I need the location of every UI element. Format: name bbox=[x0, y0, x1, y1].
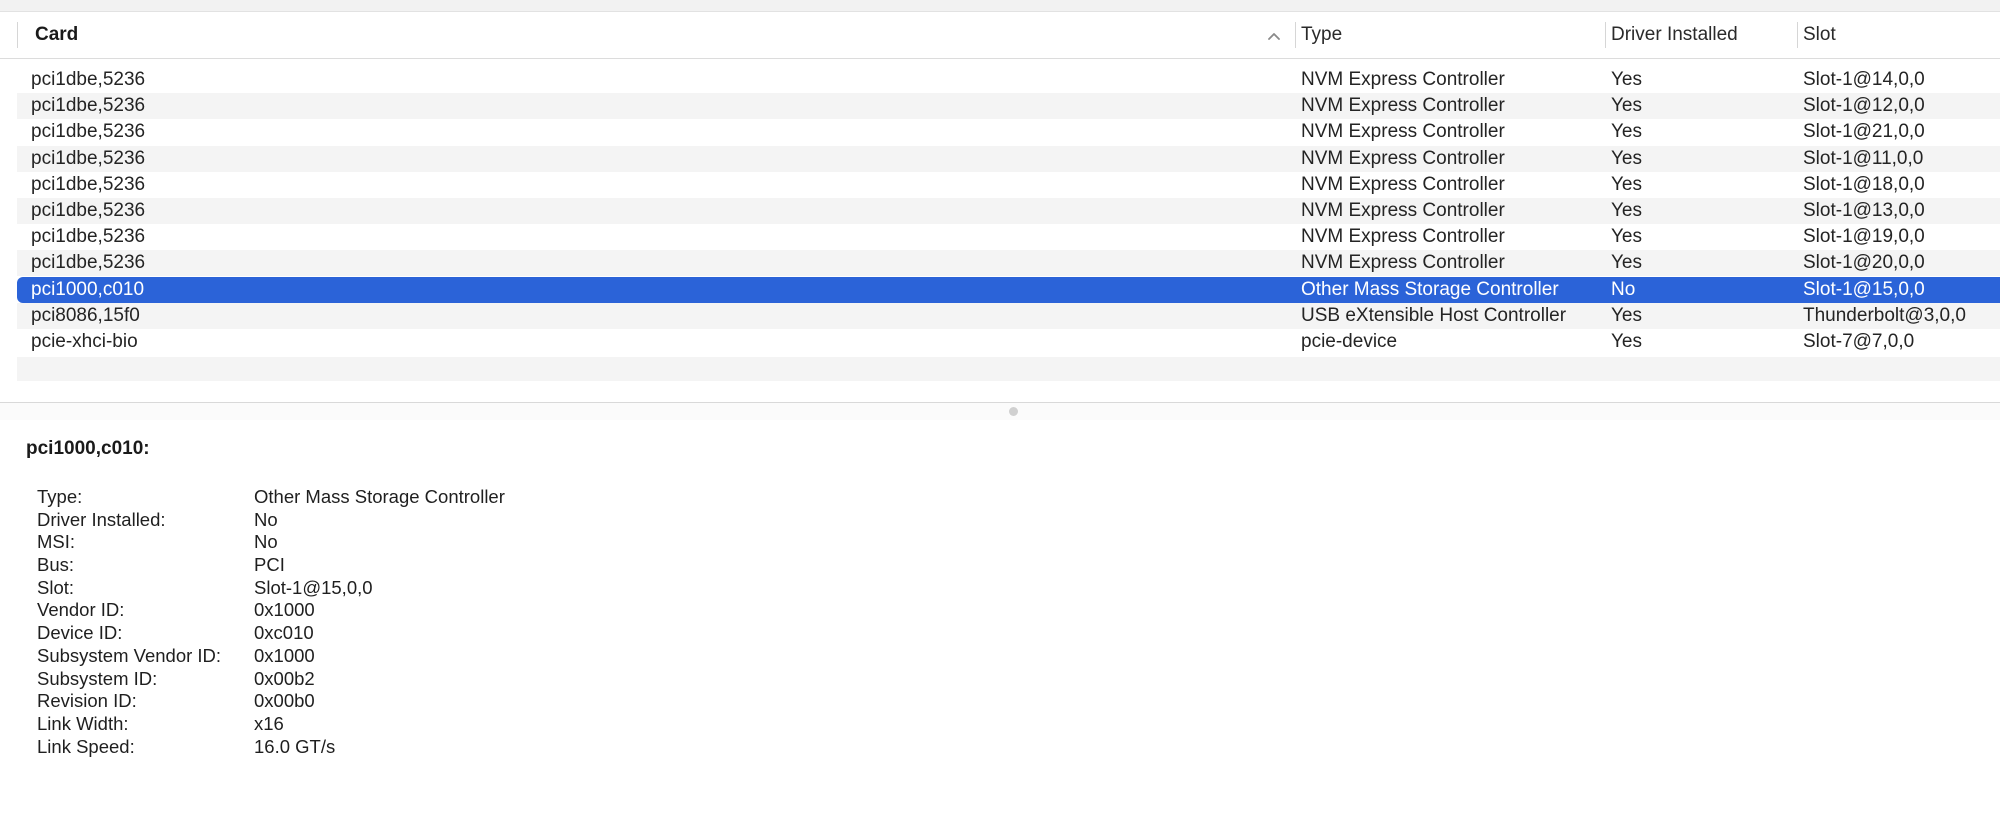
detail-field-label: Type: bbox=[37, 486, 83, 507]
column-separator bbox=[17, 22, 18, 48]
column-separator[interactable] bbox=[1295, 22, 1296, 48]
cell-slot: Slot-1@12,0,0 bbox=[1803, 95, 1925, 117]
cell-slot: Slot-1@18,0,0 bbox=[1803, 173, 1925, 195]
detail-field-value: 0x00b2 bbox=[254, 667, 315, 689]
detail-title: pci1000,c010: bbox=[26, 438, 150, 459]
detail-field-label: Vendor ID: bbox=[37, 599, 125, 621]
detail-field-label: Revision ID: bbox=[37, 690, 137, 712]
table-row[interactable]: pci1000,c010 Other Mass Storage Controlle… bbox=[17, 276, 2000, 303]
cell-card: pci1dbe,5236 bbox=[31, 95, 146, 117]
detail-field-value: No bbox=[254, 531, 278, 553]
column-separator[interactable] bbox=[1605, 22, 1606, 48]
column-header-driver-installed[interactable]: Driver Installed bbox=[1611, 12, 1738, 58]
table-row[interactable]: pcie-xhci-bio pcie-device Yes Slot-7@7,0,0 bbox=[17, 329, 2000, 355]
cell-driver-installed: Yes bbox=[1611, 252, 1642, 274]
detail-field-value: 0x1000 bbox=[254, 644, 315, 666]
cell-slot: Slot-1@13,0,0 bbox=[1803, 200, 1925, 221]
column-header-slot[interactable]: Slot bbox=[1803, 12, 1836, 58]
cell-card: pci1dbe,5236 bbox=[31, 173, 146, 195]
chevron-up-icon[interactable] bbox=[1264, 26, 1284, 46]
cell-card: pci1dbe,5236 bbox=[31, 147, 146, 169]
cell-driver-installed: Yes bbox=[1611, 147, 1642, 169]
detail-field-value: 0xc010 bbox=[254, 622, 314, 644]
cell-slot: Slot-7@7,0,0 bbox=[1803, 331, 1915, 352]
detail-pane: pci1000,c010: Type: Other Mass Storage Co… bbox=[0, 420, 2000, 820]
cell-card: pcie-xhci-bio bbox=[31, 331, 138, 352]
detail-field-label: Link Speed: bbox=[37, 735, 135, 757]
table-row[interactable]: pci1dbe,5236 NVM Express Controller Yes Slo… bbox=[17, 198, 2000, 224]
cell-driver-installed: Yes bbox=[1611, 200, 1642, 221]
cell-type: NVM Express Controller bbox=[1301, 173, 1505, 195]
cell-type: NVM Express Controller bbox=[1301, 69, 1505, 90]
cell-type: NVM Express Controller bbox=[1301, 95, 1505, 117]
detail-field-value: 0x1000 bbox=[254, 599, 315, 621]
table-row[interactable]: pci1dbe,5236 NVM Express Controller Yes Slo… bbox=[17, 250, 2000, 277]
cell-type: pcie-device bbox=[1301, 331, 1398, 352]
pane-splitter[interactable] bbox=[0, 402, 2000, 421]
cell-slot: Slot-1@11,0,0 bbox=[1803, 147, 1924, 169]
detail-field-label: MSI: bbox=[37, 531, 76, 553]
detail-field-label: Subsystem ID: bbox=[37, 667, 158, 689]
detail-field-label: Device ID: bbox=[37, 622, 123, 644]
cell-driver-installed: Yes bbox=[1611, 95, 1642, 117]
table-row[interactable]: pci1dbe,5236 NVM Express Controller Yes Slo… bbox=[17, 67, 2000, 93]
table-row[interactable]: pci1dbe,5236 NVM Express Controller Yes Slo… bbox=[17, 224, 2000, 250]
column-separator[interactable] bbox=[1797, 22, 1798, 48]
cell-driver-installed: Yes bbox=[1611, 173, 1642, 195]
detail-field-label: Subsystem Vendor ID: bbox=[37, 644, 222, 666]
cell-type: USB eXtensible Host Controller bbox=[1301, 304, 1567, 326]
table-header: Card Type Driver Installed Slot bbox=[0, 12, 2000, 59]
cell-card: pci8086,15f0 bbox=[31, 304, 140, 326]
cell-type: Other Mass Storage Controller bbox=[1301, 278, 1559, 300]
cell-type: NVM Express Controller bbox=[1301, 121, 1505, 143]
detail-field-label: Driver Installed: bbox=[37, 508, 166, 530]
detail-field-label: Bus: bbox=[37, 554, 75, 576]
cell-slot: Thunderbolt@3,0,0 bbox=[1803, 304, 1966, 326]
cell-slot: Slot-1@20,0,0 bbox=[1803, 252, 1925, 274]
cell-type: NVM Express Controller bbox=[1301, 252, 1505, 274]
detail-field-value: Slot-1@15,0,0 bbox=[254, 576, 373, 598]
detail-field-value: x16 bbox=[254, 712, 284, 734]
cell-card: pci1dbe,5236 bbox=[31, 252, 146, 274]
column-header-type[interactable]: Type bbox=[1301, 12, 1342, 58]
table-empty-row bbox=[17, 357, 2000, 382]
table-row[interactable]: pci1dbe,5236 NVM Express Controller Yes Slo… bbox=[17, 93, 2000, 120]
cell-slot: Slot-1@15,0,0 bbox=[1803, 278, 1925, 300]
cell-type: NVM Express Controller bbox=[1301, 226, 1505, 248]
cell-card: pci1dbe,5236 bbox=[31, 69, 146, 90]
cell-card: pci1000,c010 bbox=[31, 278, 145, 300]
cell-driver-installed: Yes bbox=[1611, 304, 1642, 326]
cell-slot: Slot-1@21,0,0 bbox=[1803, 121, 1925, 143]
cell-slot: Slot-1@14,0,0 bbox=[1803, 69, 1925, 90]
table-row[interactable]: pci1dbe,5236 NVM Express Controller Yes Slo… bbox=[17, 145, 2000, 172]
cell-driver-installed: Yes bbox=[1611, 331, 1642, 352]
table-row[interactable]: pci1dbe,5236 NVM Express Controller Yes Slo… bbox=[17, 172, 2000, 198]
cell-card: pci1dbe,5236 bbox=[31, 121, 146, 143]
detail-field-label: Slot: bbox=[37, 576, 75, 598]
detail-field-value: No bbox=[254, 508, 278, 530]
detail-field-value: PCI bbox=[254, 554, 285, 576]
cell-card: pci1dbe,5236 bbox=[31, 226, 146, 248]
cell-driver-installed: Yes bbox=[1611, 69, 1642, 90]
table-row[interactable]: pci1dbe,5236 NVM Express Controller Yes Slo… bbox=[17, 119, 2000, 145]
cell-type: NVM Express Controller bbox=[1301, 147, 1505, 169]
splitter-handle[interactable] bbox=[1009, 407, 1018, 416]
cell-driver-installed: Yes bbox=[1611, 121, 1642, 143]
cell-driver-installed: No bbox=[1611, 278, 1636, 300]
detail-field-value: 0x00b0 bbox=[254, 690, 315, 712]
cell-card: pci1dbe,5236 bbox=[31, 200, 146, 221]
window-top-strip bbox=[0, 0, 2000, 12]
cell-type: NVM Express Controller bbox=[1301, 200, 1505, 221]
detail-field-value: 16.0 GT/s bbox=[254, 735, 336, 757]
cell-driver-installed: Yes bbox=[1611, 226, 1642, 248]
detail-field-value: Other Mass Storage Controller bbox=[254, 486, 505, 507]
cell-slot: Slot-1@19,0,0 bbox=[1803, 226, 1925, 248]
detail-field-label: Link Width: bbox=[37, 712, 129, 734]
table-row[interactable]: pci8086,15f0 USB eXtensible Host Controll… bbox=[17, 302, 2000, 329]
column-header-card[interactable]: Card bbox=[35, 12, 78, 58]
